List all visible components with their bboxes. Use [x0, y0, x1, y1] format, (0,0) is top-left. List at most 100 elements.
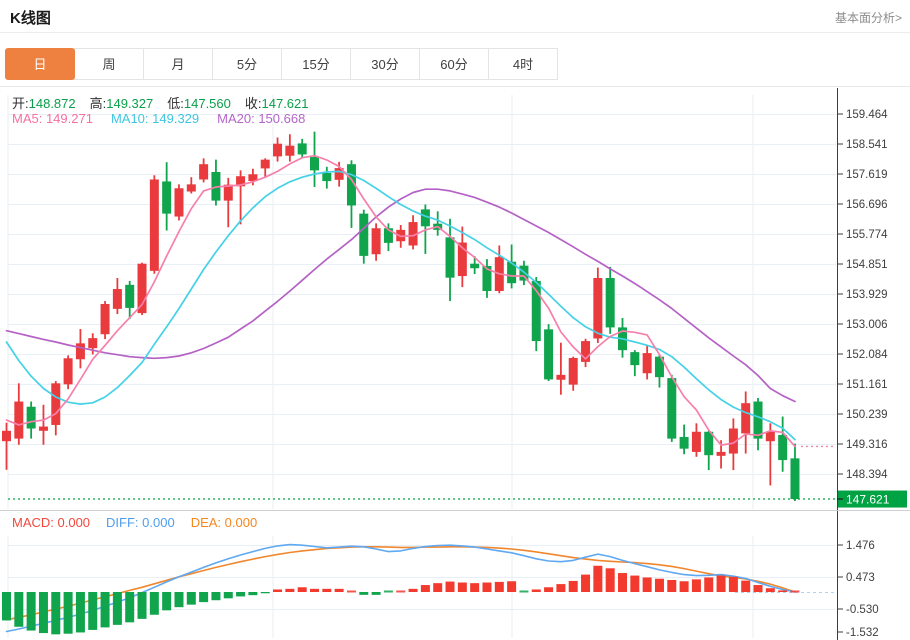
macd-bar	[593, 565, 603, 592]
tab-m5[interactable]: 5分	[212, 48, 282, 80]
tab-week[interactable]: 周	[74, 48, 144, 80]
candle-body	[556, 374, 566, 380]
candle-body	[691, 431, 701, 452]
macd-bar	[581, 574, 591, 592]
axis-label: 150.239	[846, 409, 888, 421]
interval-tabs: 日周月 5分 15分 30分 60分 4时	[5, 48, 558, 80]
candle-body	[667, 378, 677, 439]
tab-day[interactable]: 日	[5, 48, 75, 80]
macd-bar	[531, 589, 541, 592]
ohlc-open: 开:148.872	[12, 96, 76, 111]
macd-bar	[310, 588, 319, 592]
axis-label: 155.774	[846, 229, 888, 241]
macd-bar	[482, 582, 492, 592]
axis-label: 153.929	[846, 289, 888, 301]
macd-bar	[654, 578, 664, 592]
axis-label: 1.476	[846, 540, 875, 552]
macd-bar	[679, 581, 689, 592]
candle-body	[2, 430, 11, 442]
macd-bar	[125, 592, 135, 623]
axis-label: 156.696	[846, 199, 888, 211]
legend-diff: DIFF: 0.000	[106, 515, 175, 530]
macd-bar	[211, 592, 221, 601]
ohlc-close: 收:147.621	[244, 96, 309, 111]
candle-body	[470, 263, 480, 269]
ma-legend: MA5: 149.271 MA10: 149.329 MA20: 150.668	[12, 111, 323, 126]
macd-bar	[63, 592, 73, 634]
macd-bar	[408, 588, 418, 592]
axis-label: -0.530	[846, 604, 879, 616]
macd-bar	[605, 568, 615, 592]
tab-m30[interactable]: 30分	[350, 48, 420, 80]
candle-body	[297, 143, 307, 155]
macd-bar	[765, 588, 775, 592]
candle-body	[445, 237, 455, 278]
axis-label: 148.394	[846, 469, 888, 481]
candle-body	[741, 403, 751, 434]
candle-body	[679, 436, 689, 449]
last-price-badge: 147.621	[837, 490, 907, 508]
ma-lines	[5, 154, 836, 633]
candle-body	[568, 357, 578, 385]
ohlc-low: 低:147.560	[167, 96, 231, 111]
legend-ma10: MA10: 149.329	[110, 111, 200, 126]
macd-bar	[753, 585, 763, 592]
axis-label: 151.161	[846, 379, 888, 391]
macd-bar	[396, 590, 406, 593]
tab-m15[interactable]: 15分	[281, 48, 351, 80]
tab-month[interactable]: 月	[143, 48, 213, 80]
ohlc-readout: 开:148.872 高:149.327 低:147.560 收:147.621	[12, 93, 323, 112]
macd-bar	[88, 592, 98, 630]
macd-bar	[260, 592, 270, 594]
candle-body	[26, 406, 36, 429]
candle-body	[88, 338, 98, 349]
macd-bar	[223, 592, 233, 599]
macd-bar	[741, 580, 751, 592]
tab-m60[interactable]: 60分	[419, 48, 489, 80]
legend-dea: DEA: 0.000	[190, 515, 258, 530]
axis-label: 157.619	[846, 169, 888, 181]
macd-bar	[470, 583, 480, 592]
candle-body	[285, 145, 295, 156]
candle-body	[605, 277, 615, 328]
macd-bar	[346, 590, 356, 593]
candle-body	[125, 284, 135, 308]
candle-body	[753, 401, 763, 439]
macd-bar	[174, 592, 184, 608]
candle-body	[112, 289, 122, 309]
tabs-underline	[0, 86, 910, 87]
macd-bar	[26, 592, 36, 631]
macd-bar	[457, 582, 467, 592]
diff-line	[5, 543, 796, 633]
macd-bar	[186, 592, 196, 605]
candle-body	[149, 179, 159, 271]
macd-bar	[704, 577, 714, 592]
candle-body	[63, 358, 73, 385]
macd-bar	[630, 575, 640, 592]
candles	[2, 131, 800, 502]
axis-label: 149.316	[846, 439, 888, 451]
macd-bar	[137, 592, 147, 619]
candle-body	[630, 352, 640, 366]
price-axis: 159.464 158.541 157.619 156.696 155.774 154.8…	[837, 88, 888, 640]
pane-divider	[0, 510, 910, 511]
tab-h4[interactable]: 4时	[488, 48, 558, 80]
macd-bar	[716, 575, 726, 592]
macd-bar	[568, 580, 578, 592]
macd-bar	[14, 592, 24, 627]
candle-body	[765, 431, 775, 442]
candle-body	[100, 303, 110, 335]
candle-body	[38, 426, 48, 431]
macd-bar	[334, 588, 344, 592]
candle-body	[14, 401, 24, 439]
legend-ma20: MA20: 150.668	[217, 111, 306, 126]
macd-bar	[618, 573, 627, 592]
legend-macd: MACD: 0.000	[12, 515, 91, 530]
candle-body	[716, 451, 726, 456]
macd-bar	[149, 592, 159, 615]
macd-bar	[100, 592, 110, 628]
macd-bar	[75, 592, 85, 633]
ohlc-high: 高:149.327	[89, 96, 154, 111]
axis-label: 152.084	[846, 349, 888, 361]
macd-bar	[51, 592, 61, 635]
